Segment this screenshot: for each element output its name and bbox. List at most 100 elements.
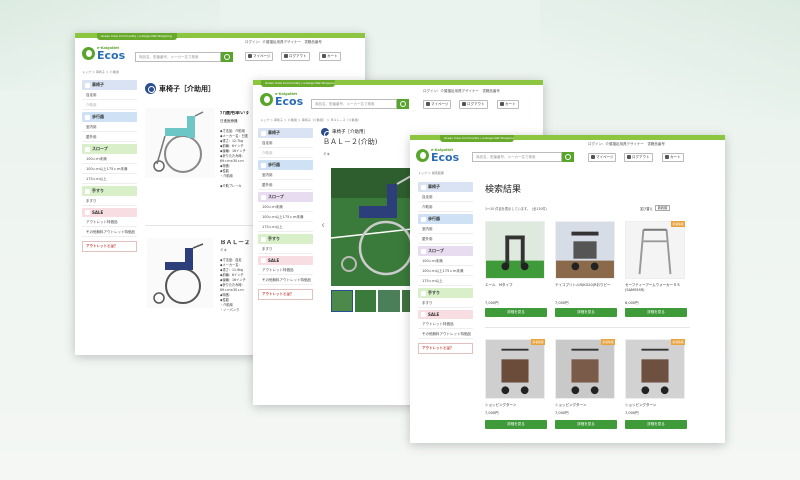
gallery-prev-arrow[interactable]: ‹	[321, 220, 325, 231]
sidebar-item-other-outlet[interactable]: その他無料アウトレット特価品	[82, 227, 137, 237]
wheelchair-icon	[145, 83, 156, 94]
search-button[interactable]	[221, 52, 233, 62]
sidebar-item-outlet[interactable]: アウトレット特価品	[258, 265, 313, 275]
category-label: 車椅子［介助用］	[321, 128, 368, 138]
sidebar-item-assisted[interactable]: 介助用	[258, 148, 313, 158]
mypage-button[interactable]: マイページ	[588, 153, 617, 162]
category-sale[interactable]: SALE	[258, 256, 313, 265]
product-image[interactable]	[625, 339, 685, 399]
sidebar-item-outdoor[interactable]: 屋外用	[258, 180, 313, 190]
product-name[interactable]: ショッピングターン	[555, 403, 617, 408]
logout-button[interactable]: ログアウト	[281, 52, 310, 61]
sidebar-item-outdoor[interactable]: 屋外用	[82, 132, 137, 142]
product-name[interactable]: セーフティーアームウォーカーＳＳ(SAM05SR)	[625, 283, 687, 293]
login-status: ログイン：介護福祉用具デザイナー 書籍品番号	[588, 142, 665, 146]
product-image[interactable]	[555, 221, 615, 279]
mypage-button[interactable]: マイページ	[423, 100, 452, 109]
sidebar-item-handrail[interactable]: 手すり	[258, 244, 313, 254]
category-slope[interactable]: スロープ	[258, 192, 313, 202]
page-title: 車椅子［介助用］	[145, 83, 215, 94]
sale-icon	[85, 210, 90, 215]
sidebar-item-slope-over175[interactable]: 175ｃｍ以上	[82, 174, 137, 184]
outlet-info-link[interactable]: アウトレットとは？	[82, 241, 137, 252]
outlet-info-link[interactable]: アウトレットとは？	[258, 289, 313, 300]
sidebar-item-indoor[interactable]: 室内用	[258, 170, 313, 180]
sidebar-item-outlet[interactable]: アウトレット特価品	[82, 217, 137, 227]
product-image-wheelchair-green[interactable]	[145, 108, 215, 178]
logout-button[interactable]: ログアウト	[624, 153, 653, 162]
sidebar-item-indoor[interactable]: 室内用	[418, 224, 473, 234]
sidebar-item-slope-over175[interactable]: 175ｃｍ以上	[258, 222, 313, 232]
search-input[interactable]: 商品名、型番番号、メーカー名で検索	[472, 152, 562, 162]
sidebar-item-slope-under100[interactable]: 100ｃｍ未満	[418, 256, 473, 266]
category-wheelchair[interactable]: 車椅子	[82, 80, 137, 90]
site-logo[interactable]: e-KaigoNet Ecos	[260, 92, 303, 107]
category-handrail[interactable]: 手すり	[418, 288, 473, 298]
search-button[interactable]	[397, 99, 409, 109]
sidebar-item-assisted[interactable]: 介助用	[82, 100, 137, 110]
search-input[interactable]: 商品名、型番番号、メーカー名で検索	[311, 99, 397, 109]
product-image[interactable]	[625, 221, 685, 279]
thumbnail[interactable]	[354, 290, 377, 312]
site-logo[interactable]: e-KaigoNet Ecos	[82, 46, 125, 61]
detail-button[interactable]: 詳細を見る	[625, 308, 687, 317]
thumbnail[interactable]	[331, 290, 353, 312]
category-slope[interactable]: スロープ	[82, 144, 137, 154]
category-walker[interactable]: 歩行器	[258, 160, 313, 170]
category-wheelchair[interactable]: 車椅子	[258, 128, 313, 138]
search-button[interactable]	[562, 152, 574, 162]
site-logo[interactable]: e-KaigoNet Ecos	[416, 148, 459, 163]
sidebar-item-other-outlet[interactable]: その他無料アウトレット特価品	[418, 329, 473, 339]
logo-icon	[416, 149, 429, 162]
outlet-info-link[interactable]: アウトレットとは？	[418, 343, 473, 354]
sidebar-item-assisted[interactable]: 介助用	[418, 202, 473, 212]
detail-button[interactable]: 詳細を見る	[555, 308, 617, 317]
sidebar-item-other-outlet[interactable]: その他無料アウトレット特価品	[258, 275, 313, 285]
product-name[interactable]: テイコブリトルR(KG20)Rおりピー	[555, 283, 617, 288]
detail-button[interactable]: 詳細を見る	[625, 420, 687, 429]
sort-select[interactable]: 新着順	[654, 205, 671, 211]
product-image[interactable]	[485, 339, 545, 399]
sidebar-item-self-propelled[interactable]: 自走用	[418, 192, 473, 202]
sidebar-item-slope-100-175[interactable]: 100ｃｍ以上175ｃｍ未満	[418, 266, 473, 276]
sidebar-item-outlet[interactable]: アウトレット特価品	[418, 319, 473, 329]
sidebar-item-handrail[interactable]: 手すり	[418, 298, 473, 308]
cart-button[interactable]: カート	[319, 52, 341, 61]
mypage-button[interactable]: マイページ	[245, 52, 274, 61]
detail-button[interactable]: 詳細を見る	[485, 420, 547, 429]
category-slope[interactable]: スロープ	[418, 246, 473, 256]
category-sale[interactable]: SALE	[82, 208, 137, 217]
product-name[interactable]: ショッピングターン	[625, 403, 687, 408]
sidebar-item-slope-100-175[interactable]: 100ｃｍ以上175ｃｍ未満	[82, 164, 137, 174]
sidebar-item-indoor[interactable]: 室内用	[82, 122, 137, 132]
sidebar-item-outdoor[interactable]: 屋外用	[418, 234, 473, 244]
sidebar-item-self-propelled[interactable]: 自走用	[258, 138, 313, 148]
detail-button[interactable]: 詳細を見る	[485, 308, 547, 317]
sidebar-item-handrail[interactable]: 手すり	[82, 196, 137, 206]
product-name[interactable]: ショッピングターン	[485, 403, 547, 408]
handrail-icon	[85, 188, 90, 194]
category-handrail[interactable]: 手すり	[82, 186, 137, 196]
category-walker[interactable]: 歩行器	[82, 112, 137, 122]
product-image[interactable]	[485, 221, 545, 279]
product-name[interactable]: エール Mタイプ	[485, 283, 547, 288]
product-price: 7,000円	[555, 301, 569, 305]
logout-button[interactable]: ログアウト	[459, 100, 488, 109]
thumbnail[interactable]	[378, 290, 400, 312]
cart-button[interactable]: カート	[497, 100, 519, 109]
sidebar-item-slope-under100[interactable]: 100ｃｍ未満	[82, 154, 137, 164]
category-wheelchair[interactable]: 車椅子	[418, 182, 473, 192]
detail-button[interactable]: 詳細を見る	[555, 420, 617, 429]
category-sale[interactable]: SALE	[418, 310, 473, 319]
sidebar-item-slope-over175[interactable]: 175ｃｍ以上	[418, 276, 473, 286]
category-handrail[interactable]: 手すり	[258, 234, 313, 244]
cart-button[interactable]: カート	[662, 153, 684, 162]
product-title: ＢＡＬ－２(介助)	[323, 138, 378, 146]
product-image-wheelchair-blue[interactable]	[147, 238, 213, 308]
sidebar-item-slope-under100[interactable]: 100ｃｍ未満	[258, 202, 313, 212]
search-input[interactable]: 商品名、型番番号、メーカー名で検索	[135, 52, 221, 62]
product-image[interactable]	[555, 339, 615, 399]
category-walker[interactable]: 歩行器	[418, 214, 473, 224]
sidebar-item-self-propelled[interactable]: 自走用	[82, 90, 137, 100]
sidebar-item-slope-100-175[interactable]: 100ｃｍ以上175ｃｍ未満	[258, 212, 313, 222]
